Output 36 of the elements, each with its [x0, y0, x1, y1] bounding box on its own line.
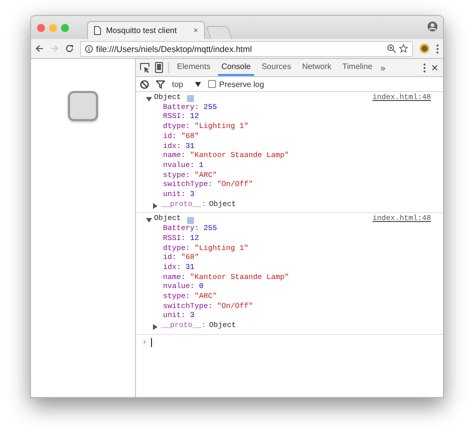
devtools-tab[interactable]: Console — [218, 59, 254, 76]
browser-tab[interactable]: Mosquitto test client × — [87, 21, 205, 39]
address-bar[interactable]: file:///Users/niels/Desktop/mqtt/index.html — [80, 40, 413, 56]
more-tabs-button[interactable]: » — [380, 62, 386, 72]
profile-icon[interactable] — [427, 21, 438, 32]
checkbox[interactable] — [208, 80, 216, 88]
inspect-icon[interactable] — [140, 62, 150, 72]
star-icon[interactable] — [399, 44, 408, 53]
text-cursor — [150, 338, 152, 347]
info-icon — [187, 216, 194, 224]
menu-icon[interactable] — [436, 44, 439, 54]
devtools-tab[interactable]: Timeline — [339, 59, 376, 76]
info-icon — [85, 44, 93, 52]
disclosure-triangle-icon[interactable] — [152, 202, 158, 209]
devtools-tab[interactable]: Network — [299, 59, 334, 76]
devtools-tab[interactable]: Elements — [174, 59, 214, 76]
prompt-icon: › — [142, 338, 147, 347]
reload-button[interactable] — [65, 44, 74, 53]
zoom-icon[interactable] — [387, 44, 396, 53]
page-icon — [94, 26, 101, 35]
tab-close-button[interactable]: × — [193, 26, 198, 35]
devtools-menu-icon[interactable] — [423, 62, 426, 72]
clear-console-icon[interactable] — [140, 80, 149, 88]
disclosure-triangle-icon[interactable] — [152, 324, 158, 330]
context-selector[interactable]: top — [172, 80, 202, 88]
extension-icon[interactable] — [419, 43, 430, 54]
disclosure-triangle-icon[interactable] — [146, 217, 152, 224]
close-devtools-button[interactable]: ✕ — [431, 62, 439, 72]
device-icon[interactable] — [155, 62, 163, 73]
checkbox-label: Preserve log — [219, 80, 264, 88]
disclosure-triangle-icon[interactable] — [146, 96, 152, 102]
filter-icon[interactable] — [156, 80, 165, 88]
devtools-tab[interactable]: Sources — [258, 59, 294, 76]
back-button[interactable] — [35, 44, 44, 53]
info-icon — [187, 95, 194, 102]
caret-icon — [195, 82, 202, 86]
